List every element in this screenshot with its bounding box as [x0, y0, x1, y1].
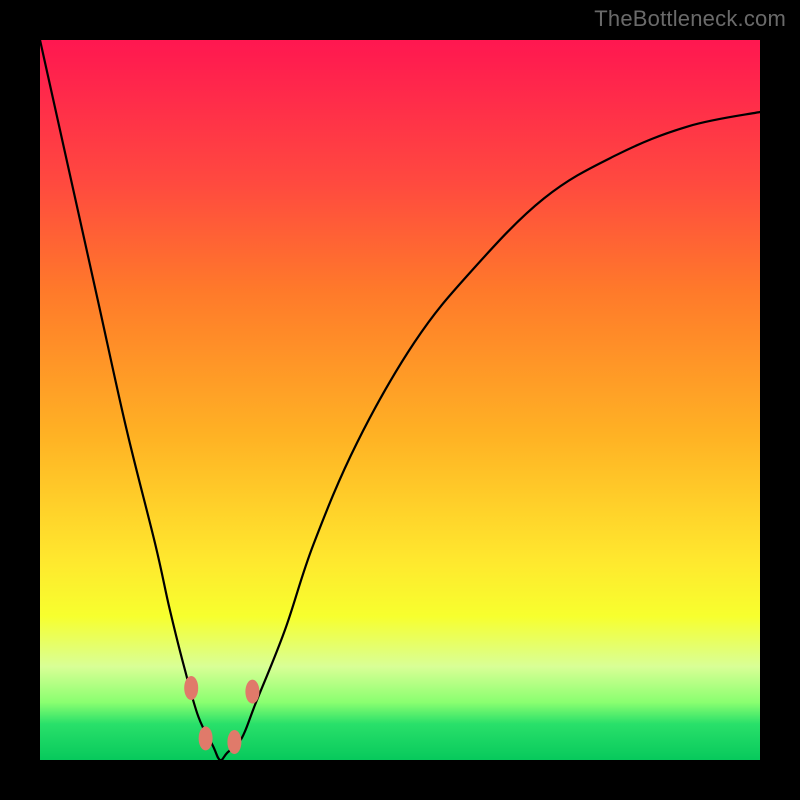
marker-lozenge: [227, 730, 241, 754]
plot-area: [40, 40, 760, 760]
bottleneck-curve: [40, 40, 760, 760]
curve-svg: [40, 40, 760, 760]
marker-lozenge: [184, 676, 198, 700]
marker-lozenge: [245, 680, 259, 704]
outer-frame: TheBottleneck.com: [0, 0, 800, 800]
marker-group: [184, 676, 259, 754]
watermark-text: TheBottleneck.com: [594, 6, 786, 32]
marker-lozenge: [199, 726, 213, 750]
